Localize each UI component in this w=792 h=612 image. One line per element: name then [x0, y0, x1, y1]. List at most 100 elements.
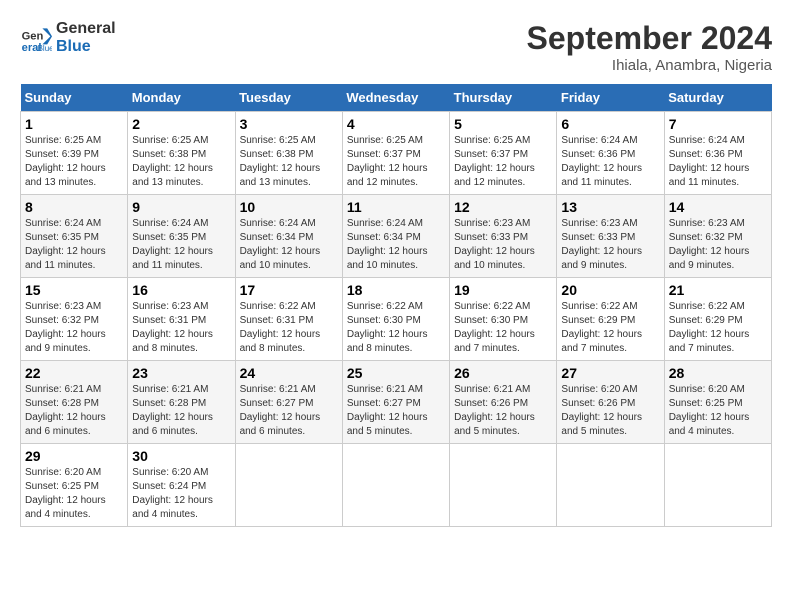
- day-number: 7: [669, 116, 767, 132]
- day-number: 26: [454, 365, 552, 381]
- day-info: Sunrise: 6:24 AM Sunset: 6:34 PM Dayligh…: [240, 217, 338, 273]
- day-cell-14: 14 Sunrise: 6:23 AM Sunset: 6:32 PM Dayl…: [664, 195, 771, 278]
- logo-icon: Gen eral Blue: [20, 22, 52, 54]
- day-cell-4: 4 Sunrise: 6:25 AM Sunset: 6:37 PM Dayli…: [342, 112, 449, 195]
- day-number: 24: [240, 365, 338, 381]
- day-number: 15: [25, 282, 123, 298]
- day-cell-22: 22 Sunrise: 6:21 AM Sunset: 6:28 PM Dayl…: [21, 361, 128, 444]
- day-info: Sunrise: 6:23 AM Sunset: 6:33 PM Dayligh…: [561, 217, 659, 273]
- day-info: Sunrise: 6:21 AM Sunset: 6:26 PM Dayligh…: [454, 383, 552, 439]
- day-cell-18: 18 Sunrise: 6:22 AM Sunset: 6:30 PM Dayl…: [342, 278, 449, 361]
- title-block: September 2024 Ihiala, Anambra, Nigeria: [527, 20, 772, 74]
- day-number: 10: [240, 199, 338, 215]
- day-cell-5: 5 Sunrise: 6:25 AM Sunset: 6:37 PM Dayli…: [450, 112, 557, 195]
- day-cell-27: 27 Sunrise: 6:20 AM Sunset: 6:26 PM Dayl…: [557, 361, 664, 444]
- day-info: Sunrise: 6:21 AM Sunset: 6:27 PM Dayligh…: [347, 383, 445, 439]
- day-cell-9: 9 Sunrise: 6:24 AM Sunset: 6:35 PM Dayli…: [128, 195, 235, 278]
- day-info: Sunrise: 6:23 AM Sunset: 6:32 PM Dayligh…: [669, 217, 767, 273]
- day-number: 5: [454, 116, 552, 132]
- svg-text:Blue: Blue: [38, 43, 52, 52]
- day-cell-3: 3 Sunrise: 6:25 AM Sunset: 6:38 PM Dayli…: [235, 112, 342, 195]
- logo: Gen eral Blue General Blue: [20, 20, 116, 55]
- empty-cell: [342, 444, 449, 527]
- location: Ihiala, Anambra, Nigeria: [527, 57, 772, 74]
- day-info: Sunrise: 6:25 AM Sunset: 6:37 PM Dayligh…: [454, 134, 552, 190]
- day-number: 1: [25, 116, 123, 132]
- day-cell-12: 12 Sunrise: 6:23 AM Sunset: 6:33 PM Dayl…: [450, 195, 557, 278]
- empty-cell: [664, 444, 771, 527]
- day-number: 2: [132, 116, 230, 132]
- day-number: 9: [132, 199, 230, 215]
- day-info: Sunrise: 6:24 AM Sunset: 6:35 PM Dayligh…: [132, 217, 230, 273]
- col-header-friday: Friday: [557, 84, 664, 112]
- day-number: 4: [347, 116, 445, 132]
- day-number: 19: [454, 282, 552, 298]
- day-number: 21: [669, 282, 767, 298]
- day-cell-25: 25 Sunrise: 6:21 AM Sunset: 6:27 PM Dayl…: [342, 361, 449, 444]
- day-number: 17: [240, 282, 338, 298]
- day-cell-16: 16 Sunrise: 6:23 AM Sunset: 6:31 PM Dayl…: [128, 278, 235, 361]
- day-cell-28: 28 Sunrise: 6:20 AM Sunset: 6:25 PM Dayl…: [664, 361, 771, 444]
- day-number: 20: [561, 282, 659, 298]
- logo-line1: General: [56, 20, 116, 38]
- day-cell-7: 7 Sunrise: 6:24 AM Sunset: 6:36 PM Dayli…: [664, 112, 771, 195]
- day-cell-20: 20 Sunrise: 6:22 AM Sunset: 6:29 PM Dayl…: [557, 278, 664, 361]
- day-info: Sunrise: 6:22 AM Sunset: 6:30 PM Dayligh…: [347, 300, 445, 356]
- day-info: Sunrise: 6:22 AM Sunset: 6:30 PM Dayligh…: [454, 300, 552, 356]
- day-number: 3: [240, 116, 338, 132]
- logo-line2: Blue: [56, 38, 116, 56]
- day-info: Sunrise: 6:24 AM Sunset: 6:36 PM Dayligh…: [561, 134, 659, 190]
- col-header-saturday: Saturday: [664, 84, 771, 112]
- day-info: Sunrise: 6:23 AM Sunset: 6:32 PM Dayligh…: [25, 300, 123, 356]
- day-info: Sunrise: 6:20 AM Sunset: 6:25 PM Dayligh…: [25, 466, 123, 522]
- svg-text:Gen: Gen: [22, 30, 44, 42]
- col-header-sunday: Sunday: [21, 84, 128, 112]
- col-header-thursday: Thursday: [450, 84, 557, 112]
- page-header: Gen eral Blue General Blue September 202…: [20, 20, 772, 74]
- day-cell-17: 17 Sunrise: 6:22 AM Sunset: 6:31 PM Dayl…: [235, 278, 342, 361]
- day-info: Sunrise: 6:20 AM Sunset: 6:24 PM Dayligh…: [132, 466, 230, 522]
- day-info: Sunrise: 6:21 AM Sunset: 6:28 PM Dayligh…: [25, 383, 123, 439]
- day-cell-24: 24 Sunrise: 6:21 AM Sunset: 6:27 PM Dayl…: [235, 361, 342, 444]
- day-number: 12: [454, 199, 552, 215]
- day-cell-6: 6 Sunrise: 6:24 AM Sunset: 6:36 PM Dayli…: [557, 112, 664, 195]
- col-header-wednesday: Wednesday: [342, 84, 449, 112]
- day-cell-10: 10 Sunrise: 6:24 AM Sunset: 6:34 PM Dayl…: [235, 195, 342, 278]
- day-number: 8: [25, 199, 123, 215]
- day-cell-26: 26 Sunrise: 6:21 AM Sunset: 6:26 PM Dayl…: [450, 361, 557, 444]
- day-number: 22: [25, 365, 123, 381]
- day-number: 30: [132, 448, 230, 464]
- day-info: Sunrise: 6:22 AM Sunset: 6:29 PM Dayligh…: [669, 300, 767, 356]
- day-cell-29: 29 Sunrise: 6:20 AM Sunset: 6:25 PM Dayl…: [21, 444, 128, 527]
- day-info: Sunrise: 6:25 AM Sunset: 6:38 PM Dayligh…: [132, 134, 230, 190]
- day-info: Sunrise: 6:23 AM Sunset: 6:33 PM Dayligh…: [454, 217, 552, 273]
- day-cell-23: 23 Sunrise: 6:21 AM Sunset: 6:28 PM Dayl…: [128, 361, 235, 444]
- day-info: Sunrise: 6:24 AM Sunset: 6:34 PM Dayligh…: [347, 217, 445, 273]
- day-info: Sunrise: 6:23 AM Sunset: 6:31 PM Dayligh…: [132, 300, 230, 356]
- day-cell-13: 13 Sunrise: 6:23 AM Sunset: 6:33 PM Dayl…: [557, 195, 664, 278]
- day-number: 25: [347, 365, 445, 381]
- day-info: Sunrise: 6:20 AM Sunset: 6:25 PM Dayligh…: [669, 383, 767, 439]
- empty-cell: [450, 444, 557, 527]
- day-info: Sunrise: 6:24 AM Sunset: 6:36 PM Dayligh…: [669, 134, 767, 190]
- day-cell-21: 21 Sunrise: 6:22 AM Sunset: 6:29 PM Dayl…: [664, 278, 771, 361]
- empty-cell: [235, 444, 342, 527]
- day-number: 27: [561, 365, 659, 381]
- day-number: 13: [561, 199, 659, 215]
- day-number: 28: [669, 365, 767, 381]
- day-number: 14: [669, 199, 767, 215]
- day-number: 23: [132, 365, 230, 381]
- day-info: Sunrise: 6:25 AM Sunset: 6:38 PM Dayligh…: [240, 134, 338, 190]
- calendar-table: SundayMondayTuesdayWednesdayThursdayFrid…: [20, 84, 772, 527]
- empty-cell: [557, 444, 664, 527]
- day-cell-2: 2 Sunrise: 6:25 AM Sunset: 6:38 PM Dayli…: [128, 112, 235, 195]
- day-cell-30: 30 Sunrise: 6:20 AM Sunset: 6:24 PM Dayl…: [128, 444, 235, 527]
- day-cell-15: 15 Sunrise: 6:23 AM Sunset: 6:32 PM Dayl…: [21, 278, 128, 361]
- day-cell-19: 19 Sunrise: 6:22 AM Sunset: 6:30 PM Dayl…: [450, 278, 557, 361]
- day-number: 16: [132, 282, 230, 298]
- day-info: Sunrise: 6:22 AM Sunset: 6:29 PM Dayligh…: [561, 300, 659, 356]
- month-year: September 2024: [527, 20, 772, 57]
- day-info: Sunrise: 6:25 AM Sunset: 6:37 PM Dayligh…: [347, 134, 445, 190]
- day-info: Sunrise: 6:22 AM Sunset: 6:31 PM Dayligh…: [240, 300, 338, 356]
- day-info: Sunrise: 6:21 AM Sunset: 6:27 PM Dayligh…: [240, 383, 338, 439]
